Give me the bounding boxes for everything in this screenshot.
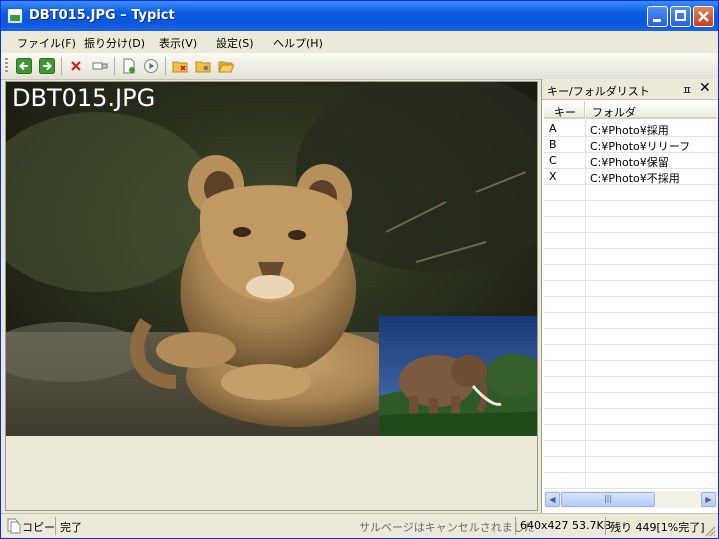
next-image-button[interactable] [39, 58, 55, 74]
scroll-right-button[interactable]: ▶ [701, 492, 716, 507]
row-key: X [549, 170, 557, 183]
table-row[interactable]: X C:¥Photo¥不採用 [544, 169, 717, 185]
toolbar-separator [114, 57, 115, 75]
empty-row[interactable] [544, 377, 717, 393]
row-folder: C:¥Photo¥採用 [590, 124, 669, 137]
toolbar-grip[interactable] [5, 58, 8, 74]
status-mode: コピー [22, 521, 55, 534]
row-key: C [549, 154, 557, 167]
toolbar-separator [61, 57, 62, 75]
elephant-thumbnail [379, 316, 537, 436]
pin-icon[interactable]: ㅍ [682, 82, 692, 98]
key-folder-panel: キー/フォルダリスト ㅍ ✕ キー フォルダ A C:¥Photo¥採用 B C… [541, 79, 718, 513]
delete-icon[interactable] [68, 58, 84, 74]
empty-row[interactable] [544, 185, 717, 201]
app-icon[interactable] [7, 8, 23, 24]
key-folder-table: キー フォルダ A C:¥Photo¥採用 B C:¥Photo¥リリーフ C … [544, 101, 717, 489]
status-state: 完了 [60, 521, 82, 534]
panel-title: キー/フォルダリスト [547, 85, 650, 98]
empty-row[interactable] [544, 201, 717, 217]
empty-row[interactable] [544, 313, 717, 329]
status-separator [55, 517, 56, 535]
column-header-folder-label: フォルダ [592, 106, 636, 119]
column-header-key[interactable]: キー [544, 101, 585, 119]
image-viewer[interactable]: DBT015.JPG [5, 81, 538, 511]
main-photo: DBT015.JPG [6, 82, 537, 436]
empty-row[interactable] [544, 393, 717, 409]
panel-header: キー/フォルダリスト ㅍ ✕ [542, 79, 718, 100]
menu-view[interactable]: 表示(V) [159, 35, 197, 51]
toolbar-separator [165, 57, 166, 75]
empty-row[interactable] [544, 281, 717, 297]
empty-row[interactable] [544, 345, 717, 361]
empty-row[interactable] [544, 425, 717, 441]
next-image-thumbnail[interactable] [379, 316, 537, 436]
menu-bar: ファイル(F) 振り分け(D) 表示(V) 設定(S) ヘルプ(H) [1, 31, 718, 53]
empty-row[interactable] [544, 217, 717, 233]
empty-row[interactable] [544, 329, 717, 345]
empty-row[interactable] [544, 441, 717, 457]
empty-row[interactable] [544, 361, 717, 377]
minimize-button[interactable] [647, 6, 668, 27]
maximize-button[interactable] [670, 6, 691, 27]
row-key: A [549, 122, 557, 135]
empty-row[interactable] [544, 473, 717, 489]
resize-grip-icon[interactable] [704, 525, 716, 537]
scroll-left-button[interactable]: ◀ [545, 492, 560, 507]
empty-row[interactable] [544, 297, 717, 313]
column-header-folder[interactable]: フォルダ [586, 101, 717, 119]
status-remaining: 残り 449[1%完了] [610, 521, 705, 534]
window-title: DBT015.JPG – Typict [29, 8, 175, 23]
status-image-info: 640x427 53.7KB [520, 519, 612, 532]
image-filename: DBT015.JPG [12, 84, 156, 112]
title-bar[interactable]: DBT015.JPG – Typict [1, 1, 718, 31]
rename-icon[interactable] [92, 58, 108, 74]
horizontal-scrollbar[interactable]: ◀ ||| ▶ [544, 491, 717, 508]
previous-image-button[interactable] [16, 58, 32, 74]
folder-delete-icon[interactable] [172, 58, 188, 74]
table-row[interactable]: A C:¥Photo¥採用 [544, 121, 717, 137]
status-message: サルベージはキャンセルされました [359, 521, 535, 534]
column-header-key-label: キー [554, 106, 576, 119]
table-row[interactable]: B C:¥Photo¥リリーフ [544, 137, 717, 153]
row-folder: C:¥Photo¥不採用 [590, 172, 680, 185]
main-window: DBT015.JPG – Typict ファイル(F) 振り分け(D) 表示(V… [0, 0, 719, 539]
status-separator [515, 517, 516, 535]
panel-close-icon[interactable]: ✕ [699, 80, 711, 96]
close-button[interactable] [693, 6, 714, 27]
empty-row[interactable] [544, 249, 717, 265]
menu-file[interactable]: ファイル(F) [17, 35, 76, 51]
empty-row[interactable] [544, 409, 717, 425]
copy-icon [7, 518, 21, 534]
open-folder-icon[interactable] [218, 58, 234, 74]
row-folder: C:¥Photo¥リリーフ [590, 140, 691, 153]
row-folder: C:¥Photo¥保留 [590, 156, 669, 169]
menu-sort[interactable]: 振り分け(D) [84, 35, 145, 51]
empty-row[interactable] [544, 265, 717, 281]
table-row[interactable]: C C:¥Photo¥保留 [544, 153, 717, 169]
menu-settings[interactable]: 設定(S) [216, 35, 254, 51]
menu-help[interactable]: ヘルプ(H) [273, 35, 323, 51]
status-separator [605, 517, 606, 535]
empty-row[interactable] [544, 457, 717, 473]
new-document-icon[interactable] [121, 58, 137, 74]
empty-row[interactable] [544, 233, 717, 249]
toolbar [1, 53, 718, 80]
scrollbar-thumb[interactable]: ||| [561, 492, 655, 507]
folder-settings-icon[interactable] [195, 58, 211, 74]
play-icon[interactable] [143, 58, 159, 74]
row-key: B [549, 138, 557, 151]
close-icon [698, 11, 709, 22]
status-bar: コピー 完了 サルベージはキャンセルされました 640x427 53.7KB 残… [1, 513, 718, 538]
